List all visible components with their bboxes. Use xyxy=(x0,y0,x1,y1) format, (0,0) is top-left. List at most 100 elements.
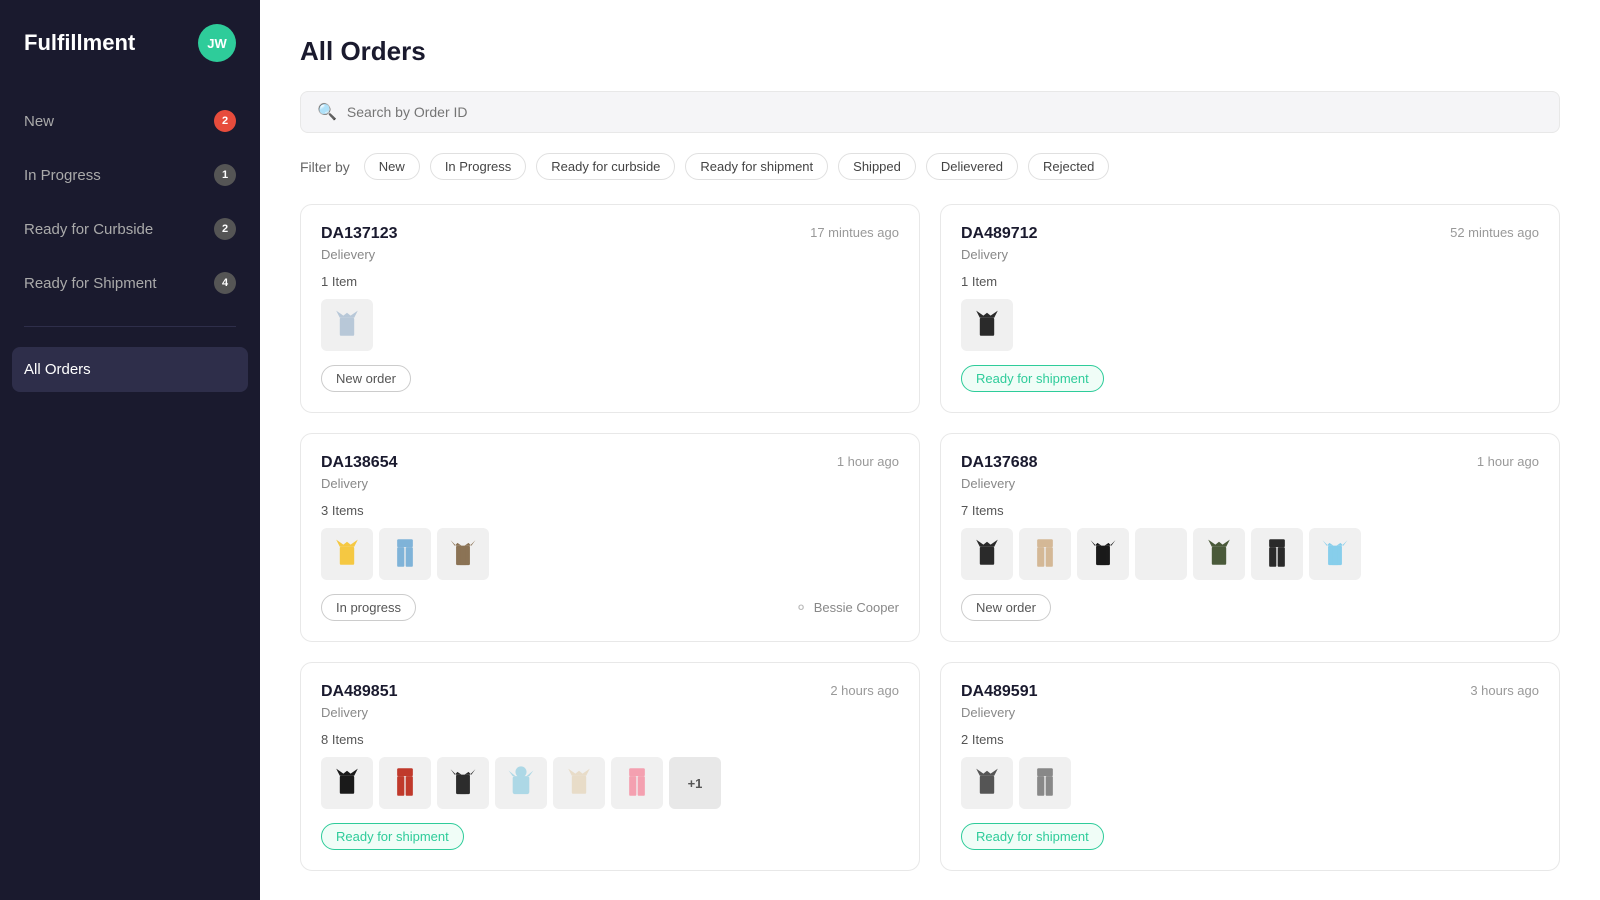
item-image xyxy=(1251,528,1303,580)
order-footer: Ready for shipment xyxy=(961,823,1539,850)
order-card[interactable]: DA489851 2 hours ago Delivery 8 Items +1… xyxy=(300,662,920,871)
page-title: All Orders xyxy=(300,36,1560,67)
search-bar: 🔍 xyxy=(300,91,1560,133)
order-items-label: 2 Items xyxy=(961,732,1539,747)
order-card-header: DA137123 17 mintues ago xyxy=(321,225,899,243)
status-badge: Ready for shipment xyxy=(961,365,1104,392)
assignee-name: Bessie Cooper xyxy=(814,600,899,615)
sidebar-item-ready-curbside[interactable]: Ready for Curbside 2 xyxy=(0,204,260,254)
sidebar-item-ready-curbside-label: Ready for Curbside xyxy=(24,221,153,238)
status-badge: Ready for shipment xyxy=(321,823,464,850)
search-input[interactable] xyxy=(347,104,1543,120)
order-type: Delivery xyxy=(321,705,899,720)
order-footer: In progress ⚬ Bessie Cooper xyxy=(321,594,899,621)
order-card[interactable]: DA489591 3 hours ago Delievery 2 Items R… xyxy=(940,662,1560,871)
order-id: DA137123 xyxy=(321,225,398,243)
filter-ready-curbside[interactable]: Ready for curbside xyxy=(536,153,675,180)
filter-label: Filter by xyxy=(300,159,350,175)
status-badge: In progress xyxy=(321,594,416,621)
sidebar-item-new-label: New xyxy=(24,113,54,130)
sidebar-header: Fulfillment JW xyxy=(0,24,260,94)
app-title: Fulfillment xyxy=(24,30,135,56)
filter-in-progress[interactable]: In Progress xyxy=(430,153,526,180)
avatar[interactable]: JW xyxy=(198,24,236,62)
sidebar-item-all-orders-label: All Orders xyxy=(24,361,91,378)
item-image xyxy=(553,757,605,809)
order-items-label: 8 Items xyxy=(321,732,899,747)
order-footer: New order xyxy=(961,594,1539,621)
order-card[interactable]: DA137123 17 mintues ago Delievery 1 Item… xyxy=(300,204,920,413)
order-images xyxy=(961,528,1539,580)
ready-curbside-badge: 2 xyxy=(214,218,236,240)
item-image xyxy=(437,757,489,809)
ready-shipment-badge: 4 xyxy=(214,272,236,294)
order-images xyxy=(321,299,899,351)
item-image xyxy=(961,528,1013,580)
order-items-label: 1 Item xyxy=(961,274,1539,289)
new-badge: 2 xyxy=(214,110,236,132)
nav-divider xyxy=(24,326,236,327)
order-images: +1 xyxy=(321,757,899,809)
order-type: Delivery xyxy=(321,476,899,491)
order-images xyxy=(961,299,1539,351)
filter-rejected[interactable]: Rejected xyxy=(1028,153,1109,180)
filter-new[interactable]: New xyxy=(364,153,420,180)
item-image xyxy=(379,528,431,580)
order-type: Delivery xyxy=(961,247,1539,262)
filter-ready-shipment[interactable]: Ready for shipment xyxy=(685,153,828,180)
order-id: DA137688 xyxy=(961,454,1038,472)
order-card[interactable]: DA137688 1 hour ago Delievery 7 Items Ne… xyxy=(940,433,1560,642)
order-items-label: 7 Items xyxy=(961,503,1539,518)
order-id: DA489851 xyxy=(321,683,398,701)
orders-grid: DA137123 17 mintues ago Delievery 1 Item… xyxy=(300,204,1560,871)
item-image xyxy=(1135,528,1187,580)
order-time: 1 hour ago xyxy=(1477,454,1539,469)
item-image xyxy=(961,757,1013,809)
order-time: 52 mintues ago xyxy=(1450,225,1539,240)
item-image xyxy=(321,299,373,351)
item-image xyxy=(611,757,663,809)
item-image xyxy=(1309,528,1361,580)
assignee: ⚬ Bessie Cooper xyxy=(794,598,899,618)
order-id: DA489591 xyxy=(961,683,1038,701)
item-image xyxy=(321,528,373,580)
order-card-header: DA137688 1 hour ago xyxy=(961,454,1539,472)
item-image xyxy=(1193,528,1245,580)
sidebar-item-all-orders[interactable]: All Orders xyxy=(12,347,248,392)
sidebar: Fulfillment JW New 2 In Progress 1 Ready… xyxy=(0,0,260,900)
order-card-header: DA489591 3 hours ago xyxy=(961,683,1539,701)
search-icon: 🔍 xyxy=(317,102,337,122)
in-progress-badge: 1 xyxy=(214,164,236,186)
status-badge: New order xyxy=(961,594,1051,621)
order-card[interactable]: DA489712 52 mintues ago Delivery 1 Item … xyxy=(940,204,1560,413)
sidebar-item-ready-shipment[interactable]: Ready for Shipment 4 xyxy=(0,258,260,308)
order-items-label: 3 Items xyxy=(321,503,899,518)
user-icon: ⚬ xyxy=(794,598,807,618)
item-image xyxy=(1019,528,1071,580)
filter-shipped[interactable]: Shipped xyxy=(838,153,916,180)
status-badge: New order xyxy=(321,365,411,392)
order-footer: New order xyxy=(321,365,899,392)
order-time: 3 hours ago xyxy=(1470,683,1539,698)
filter-delievered[interactable]: Delievered xyxy=(926,153,1018,180)
order-type: Delievery xyxy=(961,705,1539,720)
sidebar-item-in-progress-label: In Progress xyxy=(24,167,101,184)
item-image xyxy=(495,757,547,809)
filter-bar: Filter by New In Progress Ready for curb… xyxy=(300,153,1560,180)
order-images xyxy=(961,757,1539,809)
sidebar-item-new[interactable]: New 2 xyxy=(0,96,260,146)
order-time: 2 hours ago xyxy=(830,683,899,698)
order-type: Delievery xyxy=(321,247,899,262)
item-image xyxy=(379,757,431,809)
main-content: All Orders 🔍 Filter by New In Progress R… xyxy=(260,0,1600,900)
item-image xyxy=(1077,528,1129,580)
order-items-label: 1 Item xyxy=(321,274,899,289)
order-id: DA138654 xyxy=(321,454,398,472)
item-image xyxy=(437,528,489,580)
order-footer: Ready for shipment xyxy=(321,823,899,850)
order-card[interactable]: DA138654 1 hour ago Delivery 3 Items In … xyxy=(300,433,920,642)
item-image xyxy=(321,757,373,809)
order-id: DA489712 xyxy=(961,225,1038,243)
sidebar-item-in-progress[interactable]: In Progress 1 xyxy=(0,150,260,200)
order-time: 1 hour ago xyxy=(837,454,899,469)
